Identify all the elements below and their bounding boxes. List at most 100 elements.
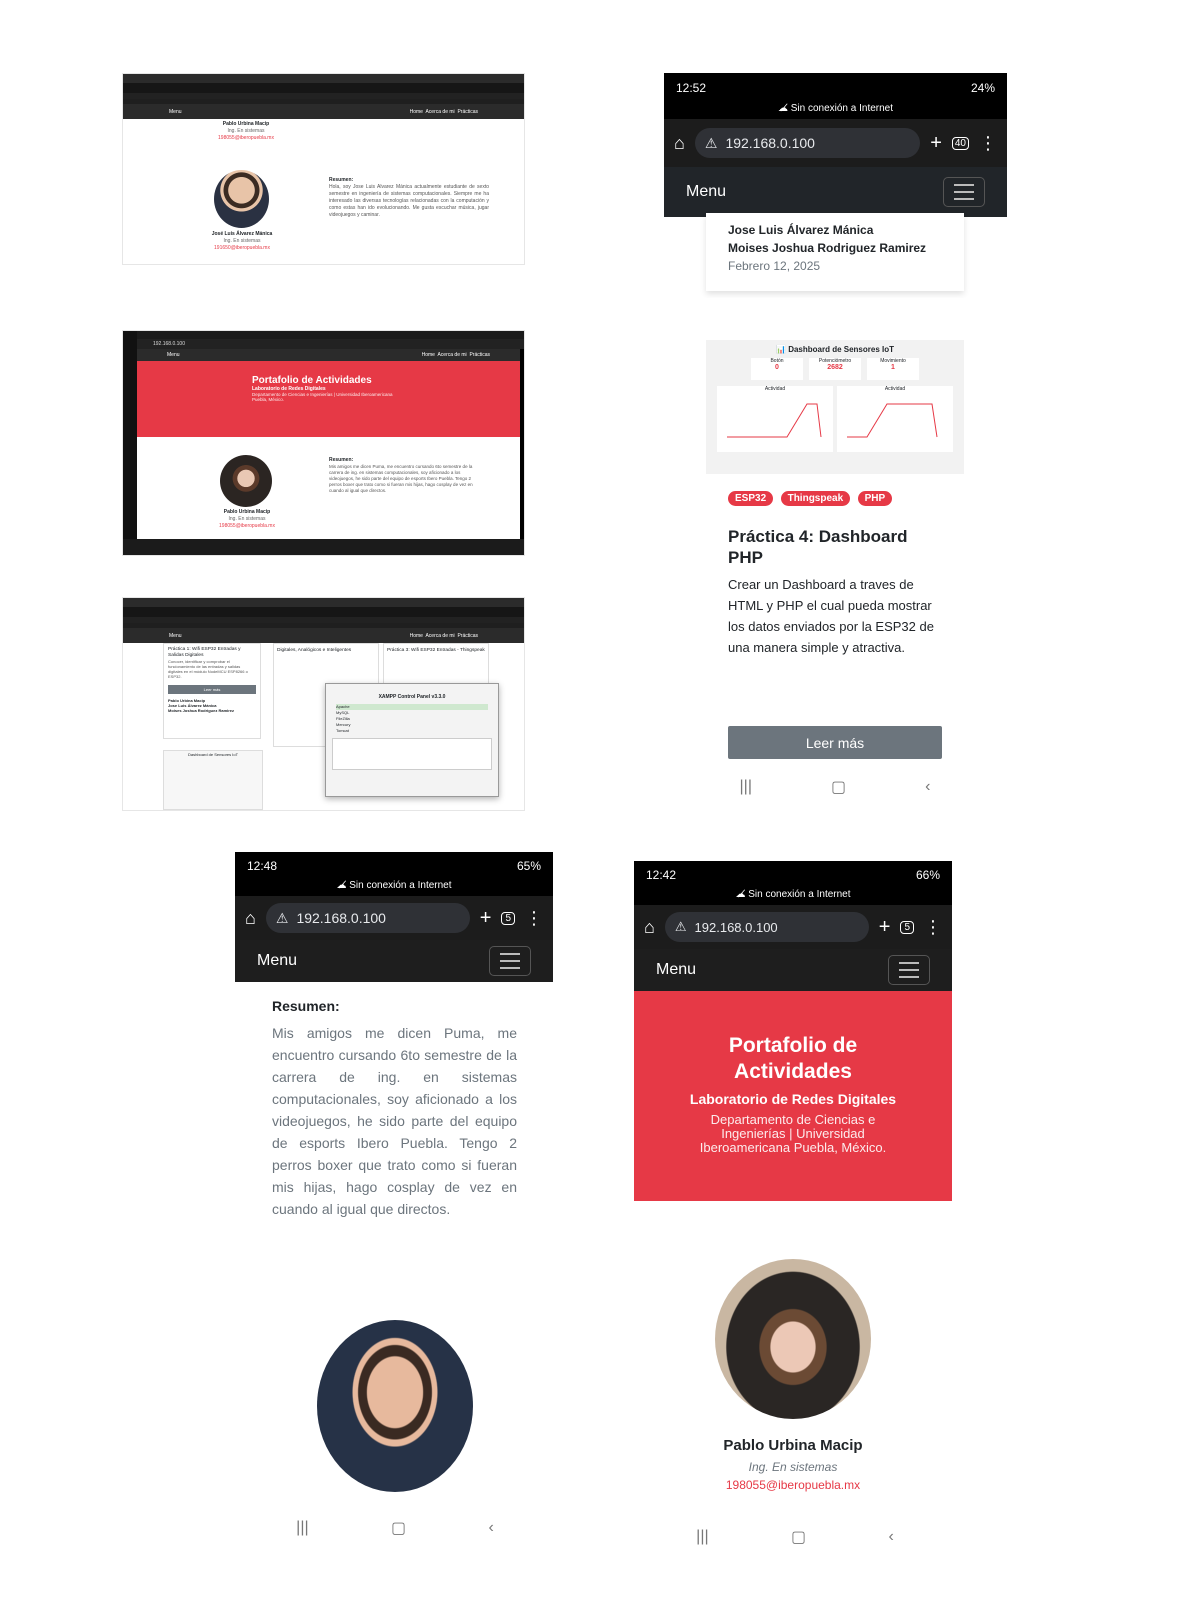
offline-banner: ☁̸ Sin conexión a Internet [664, 103, 1007, 119]
left-sidebar-icons [123, 331, 137, 555]
metric-value: 1 [891, 364, 895, 371]
resumen-text: Hola, soy Jose Luis Alvarez Mánica actua… [329, 184, 489, 218]
dashboard-thumbnail: Dashboard de Sensores IoT [163, 750, 263, 810]
resumen-label: Resumen: [329, 177, 354, 183]
status-time: 12:52 [676, 81, 707, 95]
tab-count[interactable]: 40 [951, 136, 969, 150]
tab-count[interactable]: 5 [501, 911, 515, 925]
read-more-button[interactable]: Leer más [728, 726, 942, 759]
hamburger-menu-button[interactable] [489, 946, 531, 976]
site-navbar: Menu Home Acerca de mi Prácticas [123, 104, 524, 119]
home-button-icon[interactable]: ▢ [391, 1518, 406, 1538]
module-row: Tomcat [336, 728, 349, 733]
home-icon[interactable]: ⌂ [245, 908, 256, 929]
person-email[interactable]: 198055@iberopuebla.mx [634, 1478, 952, 1492]
tab-count[interactable]: 5 [900, 920, 914, 934]
more-icon[interactable]: ⋮ [525, 908, 543, 929]
author: Moises Joshua Rodriguez Ramirez [728, 241, 927, 255]
dashboard-thumbnail-title: Dashboard de Sensores IoT [187, 752, 239, 757]
card-text: Conocer, identificar y comprobar el func… [168, 659, 248, 679]
card-title: Práctica 3: Wifi ESP32 Entradas - Things… [387, 648, 485, 653]
browser-toolbar: ⌂ ⚠ 192.168.0.100 + 40 ⋮ [664, 119, 1007, 167]
top-person-email[interactable]: 198055@iberopuebla.mx [211, 135, 281, 142]
person-name: José Luis Álvarez Mánica [211, 231, 273, 237]
back-icon[interactable]: ‹ [888, 1528, 893, 1546]
android-nav-bar: ||| ▢ ‹ [700, 775, 970, 799]
offline-icon: ☁̸ [336, 880, 350, 891]
address-bar[interactable]: ⚠ 192.168.0.100 [265, 903, 470, 933]
address-bar[interactable]: ⚠ 192.168.0.100 [664, 912, 869, 942]
warning-icon: ⚠ [704, 134, 718, 151]
browser-chrome [123, 598, 524, 628]
mini-chart: Actividad [837, 386, 953, 452]
status-time: 12:48 [247, 859, 278, 873]
tag-php: PHP [857, 491, 893, 506]
desktop-screenshot-about-jose: Menu Home Acerca de mi Prácticas Pablo U… [122, 73, 525, 265]
hamburger-menu-button[interactable] [943, 177, 985, 207]
navbar-menu-label: Menu [167, 352, 180, 358]
tag-esp32: ESP32 [728, 491, 774, 506]
navbar-menu-label: Menu [656, 961, 697, 978]
person-email[interactable]: 198055@iberopuebla.mx [207, 523, 287, 530]
recent-apps-icon[interactable]: ||| [740, 778, 752, 796]
android-nav-bar: ||| ▢ ‹ [655, 1525, 935, 1549]
address-url[interactable]: 192.168.0.100 [153, 341, 185, 347]
nav-link-about[interactable]: Acerca de mi [425, 633, 454, 639]
android-nav-bar: ||| ▢ ‹ [255, 1516, 535, 1540]
nav-link-about[interactable]: Acerca de mi [425, 109, 454, 115]
more-icon[interactable]: ⋮ [924, 917, 942, 938]
hamburger-menu-button[interactable] [888, 955, 930, 985]
avatar-pablo [220, 455, 272, 507]
mini-chart-line [847, 403, 938, 438]
offline-text: Sin conexión a Internet [748, 889, 851, 900]
nav-link-home[interactable]: Home [410, 633, 423, 639]
nav-link-practices[interactable]: Prácticas [457, 633, 478, 639]
address-url: 192.168.0.100 [694, 919, 778, 935]
practice-card-1: Práctica 1: Wifi ESP32 Entradas y Salida… [163, 643, 261, 739]
home-button-icon[interactable]: ▢ [791, 1527, 806, 1547]
browser-toolbar: ⌂ ⚠ 192.168.0.100 + 5 ⋮ [634, 905, 952, 949]
home-icon[interactable]: ⌂ [674, 133, 685, 154]
nav-link-about[interactable]: Acerca de mi [437, 352, 466, 358]
avatar-pablo [715, 1259, 871, 1419]
status-battery: 66% [915, 868, 940, 882]
author: Jose Luis Álvarez Mánica [728, 223, 874, 237]
home-icon[interactable]: ⌂ [644, 917, 655, 938]
recent-apps-icon[interactable]: ||| [696, 1528, 708, 1546]
warning-icon: ⚠ [674, 919, 687, 934]
navbar-menu-label: Menu [169, 108, 182, 115]
tag-thingspeak: Thingspeak [780, 491, 851, 506]
nav-link-home[interactable]: Home [410, 109, 423, 115]
offline-icon: ☁̸ [777, 103, 791, 114]
metric-value: 2682 [827, 364, 843, 371]
card-read-more-button[interactable]: Leer más [168, 685, 256, 694]
address-bar[interactable]: ⚠ 192.168.0.100 [694, 128, 921, 158]
xampp-window: XAMPP Control Panel v3.3.0 Apache MySQL … [325, 683, 499, 797]
more-icon[interactable]: ⋮ [979, 133, 997, 154]
back-icon[interactable]: ‹ [925, 778, 930, 796]
phone-screenshot-resumen: 12:48 65% ☁̸ Sin conexión a Internet ⌂ ⚠… [235, 852, 553, 1532]
dashboard-preview: 📊 Dashboard de Sensores IoT Botón 0 Pote… [706, 340, 964, 474]
mini-chart: Actividad [717, 386, 833, 452]
card-title: Digitales, Analógicos e Inteligentes [277, 648, 352, 653]
new-tab-icon[interactable]: + [930, 132, 942, 155]
avatar-jose [214, 170, 269, 228]
nav-link-home[interactable]: Home [422, 352, 435, 358]
home-button-icon[interactable]: ▢ [831, 777, 846, 797]
site-navbar: Menu [634, 949, 952, 991]
site-navbar: Menu [664, 167, 1007, 217]
new-tab-icon[interactable]: + [480, 907, 492, 930]
recent-apps-icon[interactable]: ||| [296, 1519, 308, 1537]
desktop-screenshot-portfolio-home: 192.168.0.100 Menu Home Acerca de mi Prá… [122, 330, 525, 556]
metric-card: Movimiento 1 [867, 358, 919, 380]
metric-card: Botón 0 [751, 358, 803, 380]
new-tab-icon[interactable]: + [879, 916, 891, 939]
offline-icon: ☁̸ [735, 889, 749, 900]
back-icon[interactable]: ‹ [488, 1519, 493, 1537]
nav-link-practices[interactable]: Prácticas [457, 109, 478, 115]
metric-value: 0 [775, 364, 779, 371]
warning-icon: ⚠ [275, 909, 289, 926]
person-email[interactable]: 191650@iberopuebla.mx [201, 245, 283, 252]
nav-link-practices[interactable]: Prácticas [469, 352, 490, 358]
browser-toolbar: ⌂ ⚠ 192.168.0.100 + 5 ⋮ [235, 896, 553, 940]
